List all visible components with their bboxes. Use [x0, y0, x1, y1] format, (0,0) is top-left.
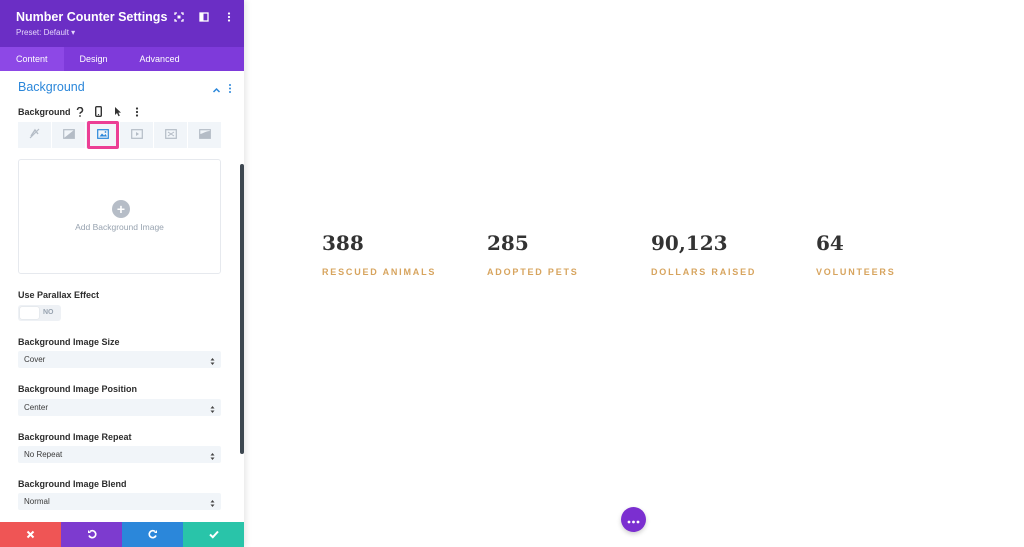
fullscreen-icon[interactable] [173, 11, 184, 22]
image-blend-select[interactable]: Normal [18, 493, 221, 510]
undo-button[interactable] [61, 522, 122, 547]
add-background-image-dropzone[interactable]: + Add Background Image [18, 159, 221, 274]
select-value: No Repeat [24, 450, 63, 459]
select-value: Normal [24, 497, 50, 506]
hover-cursor-icon[interactable] [112, 106, 123, 117]
background-tools [74, 106, 142, 117]
section-more-icon[interactable] [228, 81, 232, 93]
image-icon [96, 126, 109, 144]
parallax-toggle[interactable]: NO [18, 305, 61, 321]
tab-design[interactable]: Design [64, 47, 124, 71]
help-icon[interactable] [74, 106, 85, 117]
bg-type-gradient[interactable] [52, 122, 86, 148]
image-size-label: Background Image Size [18, 337, 120, 347]
counter-label: ADOPTED PETS [487, 267, 579, 277]
video-icon [130, 126, 143, 144]
redo-icon [147, 526, 158, 544]
tab-content[interactable]: Content [0, 47, 64, 71]
select-value: Center [24, 403, 49, 412]
image-repeat-label: Background Image Repeat [18, 432, 132, 442]
settings-panel: Number Counter Settings Preset: Default … [0, 0, 244, 547]
save-button[interactable] [183, 522, 244, 547]
panel-title: Number Counter Settings [16, 10, 168, 24]
section-title-background[interactable]: Background [18, 80, 85, 94]
image-repeat-select[interactable]: No Repeat [18, 446, 221, 463]
plus-icon[interactable]: + [112, 200, 130, 218]
counter-number: 64 [816, 231, 844, 255]
responsive-phone-icon[interactable] [93, 106, 104, 117]
pattern-icon [164, 126, 177, 144]
field-more-icon[interactable] [131, 106, 142, 117]
header-icons [173, 11, 234, 22]
sidebar-toggle-icon[interactable] [198, 11, 209, 22]
image-blend-label: Background Image Blend [18, 479, 127, 489]
background-type-tabs [18, 122, 221, 148]
bg-type-mask[interactable] [188, 122, 221, 148]
parallax-label: Use Parallax Effect [18, 290, 100, 300]
counter-item[interactable]: 388 RESCUED ANIMALS [322, 231, 436, 277]
mask-icon [198, 126, 211, 144]
select-arrows-icon [210, 354, 215, 365]
undo-icon [87, 526, 97, 544]
bg-type-image[interactable] [86, 122, 120, 148]
page-settings-button[interactable] [621, 507, 646, 532]
toggle-knob [20, 307, 39, 319]
no-color-icon [29, 126, 40, 144]
image-position-select[interactable]: Center [18, 399, 221, 416]
select-value: Cover [24, 355, 46, 364]
bg-type-video[interactable] [120, 122, 154, 148]
image-position-label: Background Image Position [18, 384, 138, 394]
more-options-icon[interactable] [223, 11, 234, 22]
chevron-up-icon[interactable] [212, 82, 221, 93]
tab-advanced[interactable]: Advanced [124, 47, 196, 71]
dots-icon [627, 511, 640, 529]
preset-dropdown[interactable]: Preset: Default ▾ [16, 28, 75, 37]
counter-label: RESCUED ANIMALS [322, 267, 437, 277]
select-arrows-icon [210, 496, 215, 507]
image-size-select[interactable]: Cover [18, 351, 221, 368]
select-arrows-icon [210, 449, 215, 460]
select-arrows-icon [210, 402, 215, 413]
panel-header: Number Counter Settings Preset: Default … [0, 0, 244, 47]
panel-scrollbar[interactable] [240, 164, 244, 454]
gradient-icon [62, 126, 75, 144]
panel-footer [0, 522, 244, 547]
toggle-state: NO [43, 309, 54, 316]
counter-number: 90,123 [651, 231, 728, 255]
background-label: Background [18, 107, 71, 117]
counter-number: 285 [487, 231, 529, 255]
upload-text[interactable]: Add Background Image [19, 222, 220, 232]
bg-type-color[interactable] [18, 122, 52, 148]
redo-button[interactable] [122, 522, 183, 547]
counter-item[interactable]: 90,123 DOLLARS RAISED [651, 231, 756, 277]
counter-number: 388 [322, 231, 364, 255]
cancel-button[interactable] [0, 522, 61, 547]
check-icon [208, 526, 219, 544]
counter-label: VOLUNTEERS [816, 267, 896, 277]
panel-tabs: Content Design Advanced [0, 47, 244, 71]
counter-item[interactable]: 285 ADOPTED PETS [487, 231, 579, 277]
close-icon [26, 526, 35, 544]
bg-type-pattern[interactable] [154, 122, 188, 148]
counter-item[interactable]: 64 VOLUNTEERS [816, 231, 896, 277]
counter-label: DOLLARS RAISED [651, 267, 757, 277]
